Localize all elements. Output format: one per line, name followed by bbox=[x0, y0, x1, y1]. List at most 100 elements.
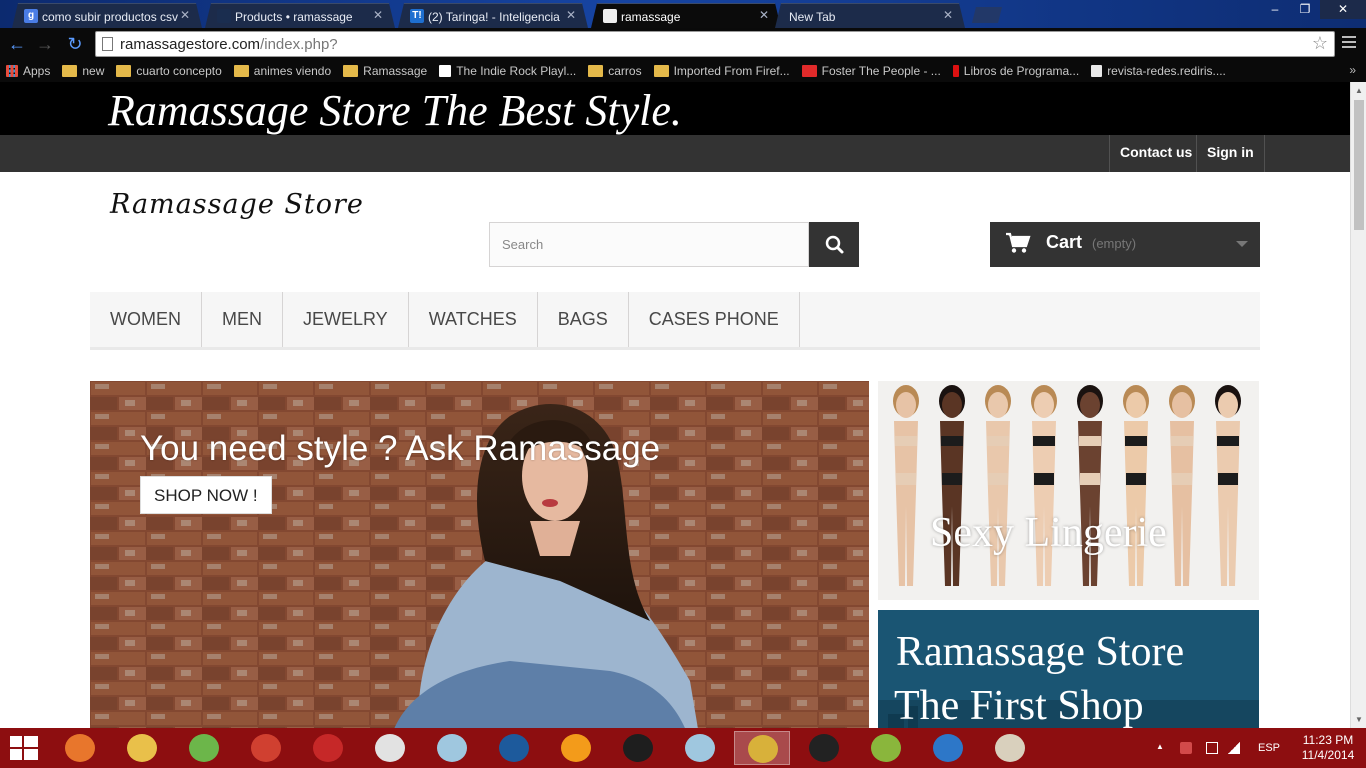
bookmark-item[interactable]: revista-redes.rediris.... bbox=[1091, 64, 1226, 78]
bookmark-item[interactable]: The Indie Rock Playl... bbox=[439, 64, 576, 78]
lingerie-image bbox=[893, 385, 1241, 586]
bookmark-item[interactable]: carros bbox=[588, 64, 642, 78]
shop-now-button[interactable]: SHOP NOW ! bbox=[140, 476, 272, 514]
close-window-icon[interactable]: ✕ bbox=[1320, 0, 1366, 19]
bookmark-item[interactable]: cuarto concepto bbox=[116, 64, 222, 78]
tray-expand-icon[interactable]: ▲ bbox=[1156, 742, 1168, 754]
menu-item-men[interactable]: MEN bbox=[202, 292, 283, 347]
network-signal-icon[interactable] bbox=[1228, 742, 1240, 754]
taskbar-app[interactable] bbox=[486, 731, 542, 765]
taskbar-app[interactable] bbox=[548, 731, 604, 765]
bookmark-item[interactable]: Imported From Firef... bbox=[653, 64, 790, 78]
close-tab-icon[interactable]: ✕ bbox=[180, 8, 190, 22]
menu-item-cases-phone[interactable]: CASES PHONE bbox=[629, 292, 800, 347]
browser-toolbar: ← → ↻ ramassagestore.com/index.php? ☆ bbox=[0, 28, 1366, 60]
minimize-icon[interactable]: – bbox=[1260, 0, 1290, 19]
scroll-down-icon[interactable]: ▼ bbox=[1355, 715, 1363, 724]
contact-us-link[interactable]: Contact us bbox=[1109, 135, 1202, 172]
browser-tab[interactable]: New Tab ✕ bbox=[775, 3, 965, 28]
folder-icon bbox=[653, 65, 669, 77]
browser-tab[interactable]: Products • ramassage ✕ bbox=[205, 3, 395, 28]
url-path: /index.php? bbox=[260, 36, 338, 53]
taskbar-app[interactable] bbox=[52, 731, 108, 765]
slider-caption: You need style ? Ask Ramassage bbox=[140, 429, 661, 468]
folder-icon bbox=[116, 65, 132, 77]
taskbar-app[interactable] bbox=[300, 731, 356, 765]
document-icon bbox=[1091, 65, 1103, 77]
taskbar-app[interactable] bbox=[920, 731, 976, 765]
taskbar-app[interactable] bbox=[238, 731, 294, 765]
maximize-icon[interactable]: ❐ bbox=[1290, 0, 1320, 19]
taskbar-app[interactable] bbox=[610, 731, 666, 765]
close-tab-icon[interactable]: ✕ bbox=[759, 8, 769, 22]
bookmark-item[interactable]: Ramassage bbox=[343, 64, 427, 78]
address-bar[interactable]: ramassagestore.com/index.php? ☆ bbox=[95, 31, 1335, 57]
taskbar-app[interactable] bbox=[114, 731, 170, 765]
menu-item-watches[interactable]: WATCHES bbox=[409, 292, 538, 347]
bookmark-item[interactable]: Libros de Programa... bbox=[952, 64, 1079, 78]
scroll-up-icon[interactable]: ▲ bbox=[1355, 86, 1363, 95]
page-scrollbar[interactable]: ▲ ▼ bbox=[1350, 82, 1366, 728]
taskbar-app[interactable] bbox=[858, 731, 914, 765]
new-tab-button[interactable] bbox=[972, 7, 1002, 23]
taskbar-app[interactable] bbox=[982, 731, 1038, 765]
bookmark-item[interactable]: Apps bbox=[6, 64, 50, 78]
search-input[interactable]: Search bbox=[489, 222, 809, 267]
taskbar-app[interactable] bbox=[424, 731, 480, 765]
android-icon bbox=[871, 734, 901, 762]
window-controls: – ❐ ✕ bbox=[1260, 0, 1366, 20]
browser-tab[interactable]: g como subir productos csv ✕ bbox=[12, 3, 202, 28]
menu-item-women[interactable]: WOMEN bbox=[90, 292, 202, 347]
search-button[interactable] bbox=[809, 222, 859, 267]
clock[interactable]: 11:23 PM 11/4/2014 bbox=[1300, 733, 1356, 763]
taskbar-app[interactable] bbox=[734, 731, 790, 765]
page-icon bbox=[102, 37, 113, 51]
taringa-icon: T! bbox=[410, 9, 424, 23]
chevron-down-icon[interactable] bbox=[1236, 241, 1248, 247]
sign-in-link[interactable]: Sign in bbox=[1196, 135, 1265, 172]
bookmark-item[interactable]: new bbox=[62, 64, 104, 78]
search-form: Search bbox=[489, 222, 859, 267]
bookmark-label: cuarto concepto bbox=[136, 64, 222, 78]
tray-app-icon[interactable] bbox=[1180, 742, 1192, 754]
chrome-menu-icon[interactable] bbox=[1342, 36, 1356, 50]
menu-item-bags[interactable]: BAGS bbox=[538, 292, 629, 347]
taskbar-app[interactable] bbox=[672, 731, 728, 765]
bookmark-star-icon[interactable]: ☆ bbox=[1312, 33, 1328, 54]
url-text[interactable]: ramassagestore.com/index.php? bbox=[120, 36, 338, 53]
store-logo[interactable]: Ramassage Store bbox=[110, 189, 364, 220]
taskbar-app[interactable] bbox=[796, 731, 852, 765]
taskbar-app[interactable] bbox=[176, 731, 232, 765]
apps-icon bbox=[6, 65, 18, 77]
promo-lingerie[interactable]: Sexy Lingerie bbox=[878, 381, 1259, 600]
back-arrow-icon[interactable]: ← bbox=[6, 33, 28, 55]
forward-arrow-icon[interactable]: → bbox=[34, 33, 56, 55]
clock-time: 11:23 PM bbox=[1302, 733, 1354, 747]
browser-tab[interactable]: ramassage ✕ bbox=[591, 3, 781, 28]
cart-block[interactable]: Cart (empty) bbox=[990, 222, 1260, 267]
bookmark-item[interactable]: Foster The People - ... bbox=[801, 64, 941, 78]
close-tab-icon[interactable]: ✕ bbox=[943, 8, 953, 22]
browser-tab[interactable]: T! (2) Taringa! - Inteligencia ✕ bbox=[398, 3, 588, 28]
folder-icon bbox=[588, 65, 604, 77]
top-banner: Ramassage Store The Best Style. bbox=[0, 82, 1350, 135]
close-tab-icon[interactable]: ✕ bbox=[566, 8, 576, 22]
close-tab-icon[interactable]: ✕ bbox=[373, 8, 383, 22]
bookmark-label: Apps bbox=[23, 64, 51, 78]
promo-first-shop[interactable]: Ramassage Store The First Shop bbox=[878, 610, 1259, 728]
menu-item-jewelry[interactable]: JEWELRY bbox=[283, 292, 409, 347]
scrollbar-thumb[interactable] bbox=[1354, 100, 1364, 230]
firefox-icon bbox=[65, 734, 95, 762]
taskbar-app[interactable] bbox=[362, 731, 418, 765]
unity-icon bbox=[809, 734, 839, 762]
bookmark-item[interactable]: animes viendo bbox=[233, 64, 331, 78]
battery-icon[interactable] bbox=[1206, 742, 1218, 754]
youtube-icon bbox=[801, 65, 817, 77]
clock-date: 11/4/2014 bbox=[1301, 748, 1355, 762]
windows-start-icon[interactable] bbox=[10, 736, 38, 760]
language-indicator[interactable]: ESP bbox=[1258, 742, 1280, 754]
bookmarks-overflow-icon[interactable]: » bbox=[1349, 63, 1356, 77]
page-icon bbox=[439, 65, 452, 77]
homepage-slider[interactable]: You need style ? Ask Ramassage SHOP NOW … bbox=[90, 381, 869, 728]
reload-icon[interactable]: ↻ bbox=[64, 33, 86, 55]
